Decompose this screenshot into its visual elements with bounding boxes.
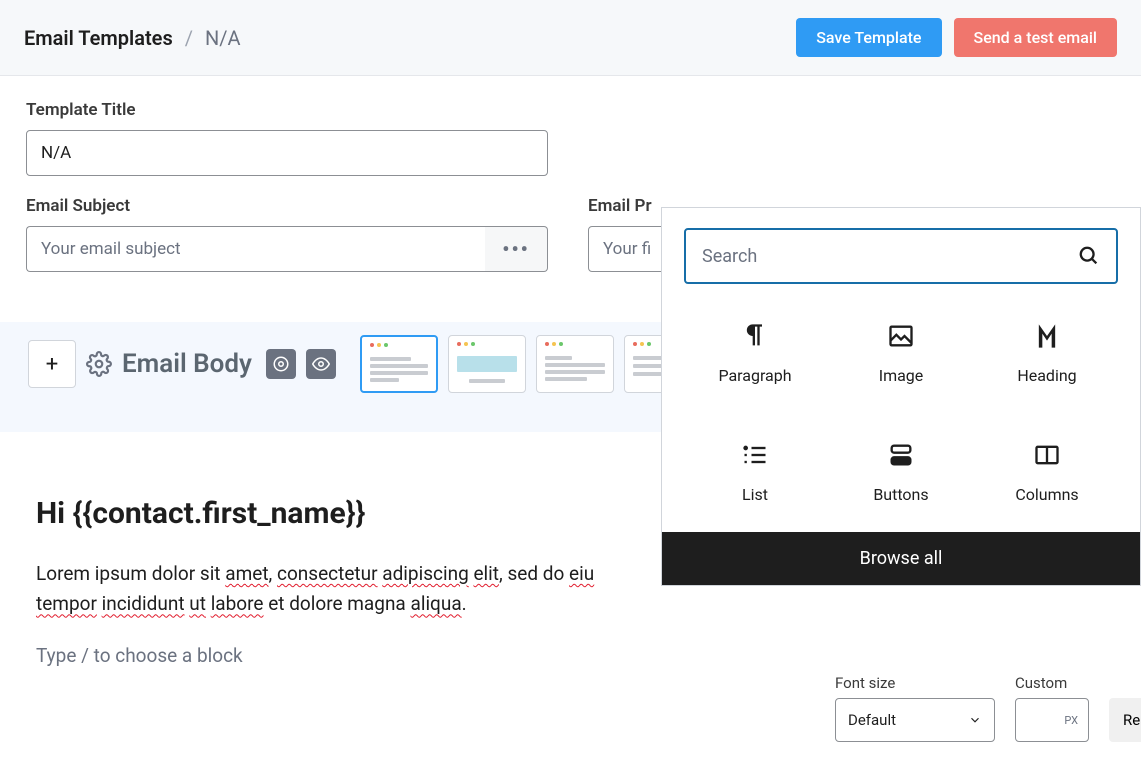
search-icon xyxy=(1078,245,1100,267)
block-paragraph[interactable]: Paragraph xyxy=(682,314,828,393)
breadcrumb-separator: / xyxy=(185,26,193,50)
settings-icon[interactable] xyxy=(86,351,112,377)
block-search[interactable] xyxy=(684,228,1118,284)
template-title-input[interactable] xyxy=(26,130,548,176)
template-title-label: Template Title xyxy=(26,100,548,120)
block-image[interactable]: Image xyxy=(828,314,974,393)
block-search-input[interactable] xyxy=(702,246,1078,267)
body-settings-button[interactable] xyxy=(266,349,296,379)
layout-option-2[interactable] xyxy=(448,335,526,393)
email-subject-label: Email Subject xyxy=(26,196,548,216)
custom-label: Custom xyxy=(1015,674,1089,692)
image-icon xyxy=(887,322,915,350)
email-subject-input[interactable] xyxy=(26,226,485,272)
slash-placeholder[interactable]: Type / to choose a block xyxy=(36,644,1105,667)
page-header: Email Templates / N/A Save Template Send… xyxy=(0,0,1141,76)
block-list[interactable]: List xyxy=(682,433,828,512)
paragraph-icon xyxy=(741,322,769,350)
buttons-icon xyxy=(887,441,915,469)
custom-size-input[interactable]: PX xyxy=(1015,698,1089,742)
list-icon xyxy=(741,441,769,469)
heading-icon xyxy=(1033,322,1061,350)
browse-all-button[interactable]: Browse all xyxy=(662,532,1140,585)
layout-picker xyxy=(360,335,702,393)
subject-merge-tags-button[interactable]: ••• xyxy=(485,226,548,272)
layout-option-3[interactable] xyxy=(536,335,614,393)
typography-sidebar: Font size Default Custom PX Reset xyxy=(811,674,1141,742)
preview-button[interactable] xyxy=(306,349,336,379)
add-block-button[interactable]: + xyxy=(28,340,76,388)
block-columns[interactable]: Columns xyxy=(974,433,1120,512)
layout-option-1[interactable] xyxy=(360,335,438,393)
block-heading[interactable]: Heading xyxy=(974,314,1120,393)
breadcrumb: Email Templates / N/A xyxy=(24,26,241,50)
save-template-button[interactable]: Save Template xyxy=(796,18,941,57)
block-buttons[interactable]: Buttons xyxy=(828,433,974,512)
block-inserter-panel: Paragraph Image Heading List Buttons Col… xyxy=(661,207,1141,586)
email-body-title: Email Body xyxy=(122,349,252,379)
reset-button[interactable]: Reset xyxy=(1109,698,1141,742)
breadcrumb-current: N/A xyxy=(205,26,241,50)
chevron-down-icon xyxy=(968,713,982,727)
font-size-label: Font size xyxy=(835,674,995,692)
send-test-email-button[interactable]: Send a test email xyxy=(954,18,1117,57)
breadcrumb-root[interactable]: Email Templates xyxy=(24,26,173,50)
font-size-select[interactable]: Default xyxy=(835,698,995,742)
columns-icon xyxy=(1033,441,1061,469)
